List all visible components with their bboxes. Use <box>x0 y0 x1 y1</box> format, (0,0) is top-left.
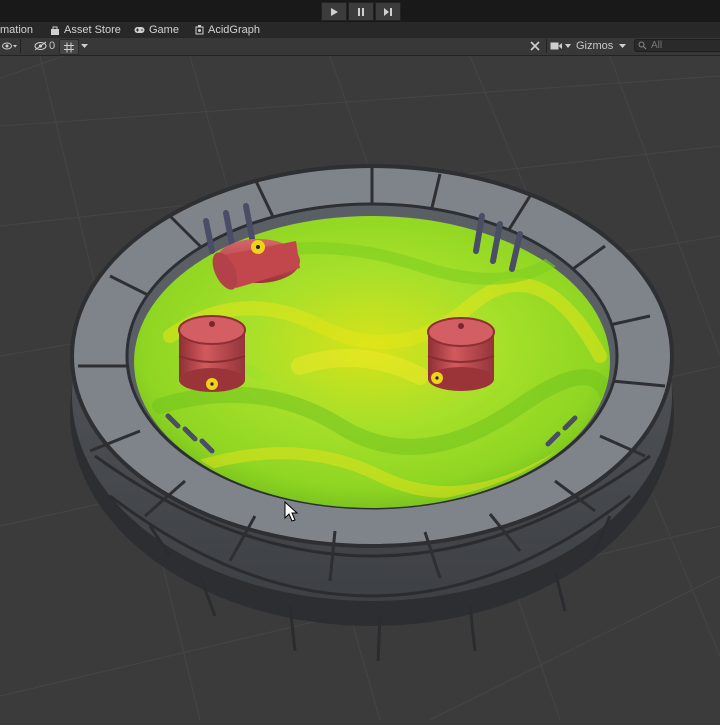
camera-icon <box>550 42 571 50</box>
tab-animation-label: mation <box>0 24 34 36</box>
eye-dropdown-icon <box>2 42 17 50</box>
stone-pool[interactable] <box>70 164 674 662</box>
tab-asset-store-label: Asset Store <box>64 24 121 36</box>
top-toolbar <box>0 0 720 22</box>
step-icon <box>384 7 392 16</box>
grid-dropdown[interactable] <box>80 39 89 53</box>
scene-search-field[interactable]: All <box>634 39 720 52</box>
gizmos-dropdown[interactable]: Gizmos <box>576 39 627 53</box>
tab-acidgraph-label: AcidGraph <box>208 24 260 36</box>
scene-view-toolbar: 0 Gizmos All <box>0 38 720 56</box>
search-placeholder: All <box>651 40 663 51</box>
scene-canvas <box>0 35 720 721</box>
barrel-left[interactable] <box>178 315 246 392</box>
chevron-down-icon <box>619 44 627 48</box>
scene-view-viewport[interactable] <box>0 35 720 721</box>
step-button[interactable] <box>375 2 401 21</box>
tab-asset-store[interactable]: Asset Store <box>50 24 121 36</box>
visibility-toggle[interactable]: 0 <box>34 39 55 53</box>
tab-acidgraph[interactable]: AcidGraph <box>195 24 260 36</box>
play-button[interactable] <box>321 2 347 21</box>
pause-icon <box>358 7 364 16</box>
play-controls <box>321 2 402 21</box>
render-mode-dropdown[interactable] <box>2 39 18 53</box>
hidden-eye-icon <box>34 41 47 51</box>
asset-store-icon <box>50 26 60 35</box>
game-controller-icon <box>134 26 145 34</box>
toolbar-divider <box>546 39 547 53</box>
tools-button[interactable] <box>529 39 541 53</box>
play-icon <box>331 7 338 16</box>
tab-animation[interactable]: mation <box>0 24 33 36</box>
camera-dropdown[interactable] <box>550 39 572 53</box>
toolbar-divider <box>20 39 21 53</box>
grid-icon <box>64 42 74 52</box>
chevron-down-icon <box>81 44 88 48</box>
hidden-count: 0 <box>49 40 56 52</box>
barrel-right[interactable] <box>427 317 495 391</box>
gizmos-label: Gizmos <box>576 40 614 52</box>
search-icon <box>638 41 647 50</box>
grid-toggle-button[interactable] <box>59 39 79 55</box>
tab-game-label: Game <box>149 24 179 36</box>
window-tab-bar: mation Asset Store Game AcidGraph <box>0 22 720 38</box>
pause-button[interactable] <box>348 2 374 21</box>
tab-game[interactable]: Game <box>134 24 179 36</box>
tools-icon <box>530 41 540 51</box>
shader-graph-icon <box>195 25 204 35</box>
